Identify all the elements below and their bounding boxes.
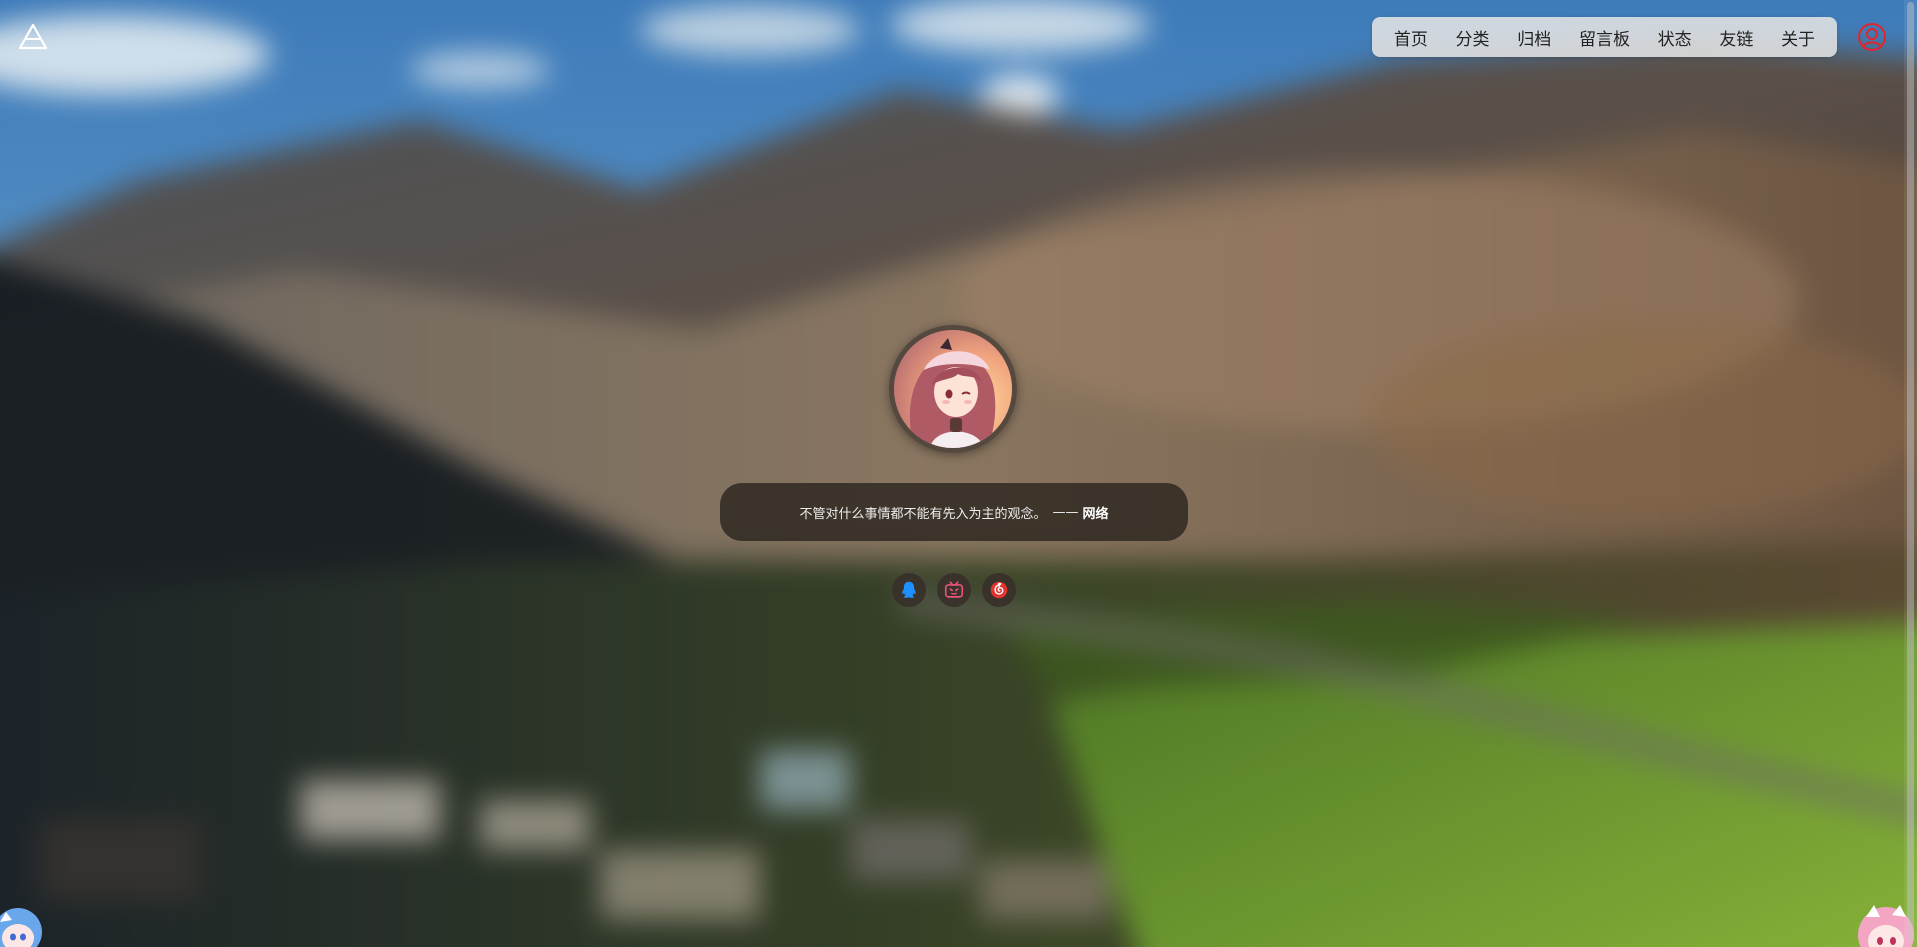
page-scrollbar[interactable]: [1904, 0, 1917, 947]
nav-item-status[interactable]: 状态: [1652, 21, 1698, 54]
scrollbar-thumb[interactable]: [1907, 2, 1914, 942]
user-account-icon[interactable]: [1857, 22, 1887, 52]
nav-item-guestbook[interactable]: 留言板: [1573, 21, 1636, 54]
nav-item-friend-links[interactable]: 友链: [1713, 21, 1759, 54]
qq-icon: [902, 581, 916, 598]
bilibili-link[interactable]: [937, 573, 971, 607]
qq-link[interactable]: [892, 573, 926, 607]
nav-item-archive[interactable]: 归档: [1511, 21, 1557, 54]
hitokoto-quote: 不管对什么事情都不能有先入为主的观念。 —— 网络: [720, 483, 1188, 541]
mascot-left-image: [0, 902, 52, 947]
nav-item-home[interactable]: 首页: [1388, 21, 1434, 54]
quote-dash: ——: [1052, 504, 1079, 520]
quote-author: 网络: [1082, 506, 1109, 522]
background-landscape: [0, 0, 1917, 947]
netease-music-icon: [990, 581, 1008, 599]
main-nav: 首页 分类 归档 留言板 状态 友链 关于: [1372, 17, 1837, 57]
nav-item-categories[interactable]: 分类: [1450, 21, 1496, 54]
bilibili-icon: [944, 581, 964, 598]
site-logo-icon[interactable]: [18, 22, 48, 52]
page: 首页 分类 归档 留言板 状态 友链 关于 不管对什么事情都不能有先入为主的观念…: [0, 0, 1917, 947]
nav-item-about[interactable]: 关于: [1775, 21, 1821, 54]
quote-text: 不管对什么事情都不能有先入为主的观念。: [799, 506, 1047, 522]
social-links: [892, 573, 1016, 607]
author-avatar[interactable]: [889, 325, 1017, 453]
netease-music-link[interactable]: [982, 573, 1016, 607]
